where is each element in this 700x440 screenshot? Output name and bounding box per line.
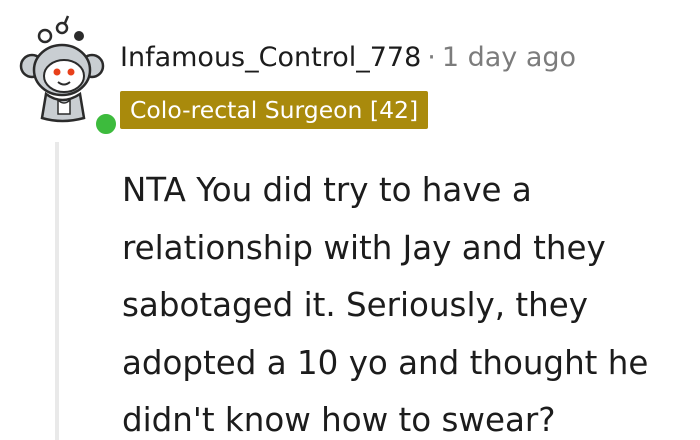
avatar[interactable] [18,14,120,138]
timestamp[interactable]: 1 day ago [442,42,576,73]
online-status-icon [92,110,120,138]
meta-separator: · [427,42,436,73]
comment: Infamous_Control_778 · 1 day ago Colo-rect… [0,0,700,440]
comment-meta: Infamous_Control_778 · 1 day ago [120,38,576,78]
comment-body-line: didn't know how to swear? [122,401,556,439]
comment-body-line: sabotaged it. Seriously, they [122,286,588,324]
thread-collapse-line[interactable] [55,142,59,440]
comment-body-line: NTA You did try to have a [122,171,532,209]
comment-body-line: relationship with Jay and they [122,228,606,267]
comment-body-line: adopted a 10 yo and thought he [122,343,649,382]
comment-body: NTA You did try to have a relationship w… [122,162,692,440]
username-link[interactable]: Infamous_Control_778 [120,42,421,73]
user-flair-badge: Colo-rectal Surgeon [42] [120,91,429,129]
snoo-avatar-icon [19,15,105,123]
